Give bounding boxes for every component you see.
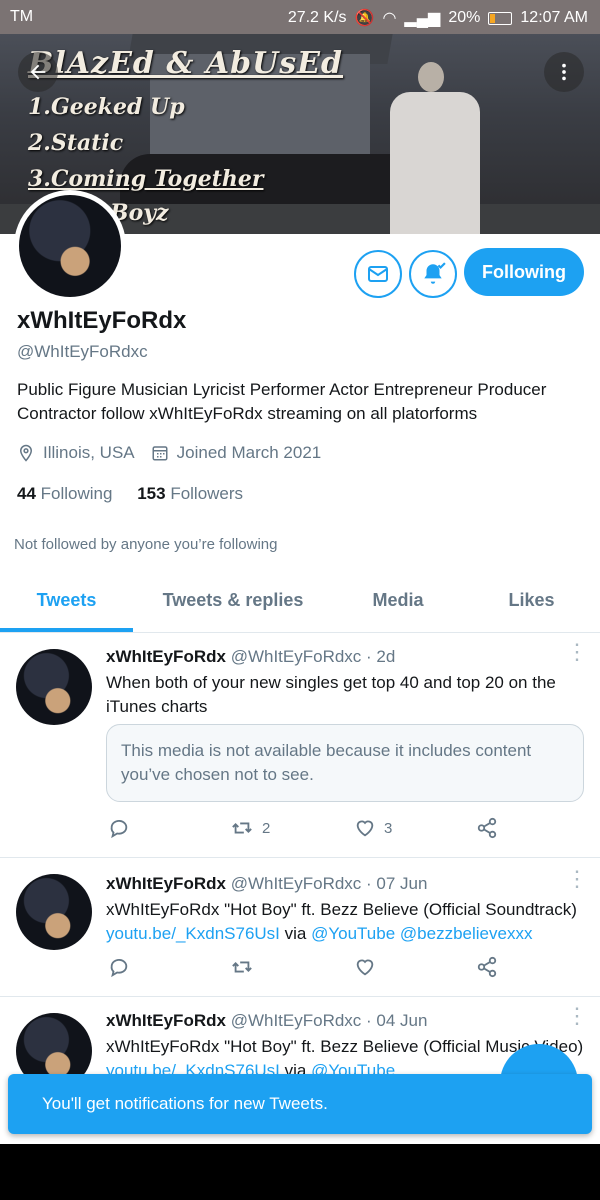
retweet-count: 2: [262, 819, 271, 837]
media-warning-text: This media is not available because it i…: [121, 741, 532, 784]
retweet-button[interactable]: [230, 956, 254, 978]
tweet-header: xWhItEyFoRdx @WhItEyFoRdxc · 2d: [106, 647, 395, 667]
tweet-header: xWhItEyFoRdx @WhItEyFoRdxc · 04 Jun: [106, 1011, 427, 1031]
banner-track-3: 3.Coming Together: [28, 166, 264, 192]
avatar-image: [19, 195, 121, 297]
profile-name: xWhItEyFoRdx: [17, 307, 187, 334]
notifications-button[interactable]: [409, 250, 457, 298]
tweet-actions: [106, 956, 586, 984]
following-count: 44: [17, 484, 36, 503]
share-icon: [477, 817, 497, 839]
retweet-button[interactable]: 2: [230, 817, 270, 839]
location-pin-icon: [19, 444, 33, 462]
tab-tweets[interactable]: Tweets: [0, 570, 133, 630]
reply-button[interactable]: [108, 956, 130, 978]
tweet-media-warning[interactable]: This media is not available because it i…: [106, 724, 584, 802]
tweet-mention-bezz[interactable]: @bezzbelievexxx: [400, 924, 533, 943]
toast-message: You'll get notifications for new Tweets.: [42, 1094, 328, 1113]
profile-joined: Joined March 2021: [176, 443, 322, 462]
network-speed: 27.2 K/s: [287, 9, 347, 26]
calendar-icon: [152, 446, 168, 461]
status-bar: TM 27.2 K/s 🔕 ◠ ▂▄▆ 20% 12:07 AM: [0, 0, 600, 34]
share-button[interactable]: [476, 817, 498, 839]
notification-toast: You'll get notifications for new Tweets.: [8, 1074, 592, 1134]
retweet-icon: [232, 822, 252, 834]
tweet-item[interactable]: xWhItEyFoRdx @WhItEyFoRdxc · 2d ⋮ When b…: [0, 633, 600, 858]
tweet-text-block: xWhItEyFoRdx "Hot Boy" ft. Bezz Believe …: [106, 898, 586, 946]
profile-tabs: Tweets Tweets & replies Media Likes: [0, 570, 600, 633]
heart-icon: [356, 820, 374, 837]
reply-icon: [110, 958, 128, 978]
profile-avatar[interactable]: [14, 190, 126, 302]
banner-person-head: [418, 62, 444, 92]
tweet-handle-date: @WhItEyFoRdxc · 04 Jun: [230, 1011, 428, 1030]
banner-track-1: 1.Geeked Up: [28, 94, 185, 120]
tweet-author-name: xWhItEyFoRdx: [106, 1011, 226, 1030]
system-nav-bar: [0, 1144, 600, 1200]
like-button[interactable]: [354, 956, 376, 978]
tweet-header: xWhItEyFoRdx @WhItEyFoRdxc · 07 Jun: [106, 874, 427, 894]
tweet-via: via: [284, 924, 307, 943]
retweet-icon: [232, 961, 252, 973]
more-options-button[interactable]: [544, 52, 584, 92]
tweet-actions: 2 3: [106, 817, 586, 845]
banner-person: [390, 92, 480, 234]
tweet-mention-youtube[interactable]: @YouTube: [311, 924, 395, 943]
message-button[interactable]: [354, 250, 402, 298]
tab-likes[interactable]: Likes: [463, 570, 600, 630]
banner-track-2: 2.Static: [28, 130, 124, 156]
like-count: 3: [384, 819, 393, 837]
battery-percent: 20%: [448, 9, 481, 26]
following-count-link[interactable]: 44 Following: [17, 484, 112, 503]
tweet-author-name: xWhItEyFoRdx: [106, 874, 226, 893]
clock: 12:07 AM: [520, 9, 588, 26]
tweet-avatar[interactable]: [16, 874, 92, 950]
more-vertical-icon: [562, 63, 566, 81]
tweet-more-button[interactable]: ⋮: [566, 641, 588, 663]
tweet-more-button[interactable]: ⋮: [566, 1005, 588, 1027]
envelope-icon: [368, 266, 388, 282]
profile-handle: @WhItEyFoRdxc: [17, 342, 148, 361]
signal-icon: ▂▄▆: [404, 10, 441, 27]
banner-title: BlAzEd & AbUsEd: [28, 46, 344, 81]
back-arrow-icon: [30, 64, 46, 80]
profile-location: Illinois, USA: [43, 443, 135, 462]
tweet-handle-date: @WhItEyFoRdxc · 2d: [230, 647, 396, 666]
share-button[interactable]: [476, 956, 498, 978]
heart-icon: [356, 959, 374, 976]
followers-label: Followers: [170, 484, 244, 503]
following-label: Following: [40, 484, 113, 503]
tweet-item[interactable]: xWhItEyFoRdx @WhItEyFoRdxc · 07 Jun ⋮ xW…: [0, 858, 600, 997]
carrier-label: TM: [10, 8, 34, 25]
tweet-text: When both of your new singles get top 40…: [106, 673, 556, 716]
not-followed-notice: Not followed by anyone you’re following: [14, 536, 278, 553]
bell-check-icon: [424, 262, 446, 284]
tweet-text: xWhItEyFoRdx "Hot Boy" ft. Bezz Believe …: [106, 900, 577, 919]
back-button[interactable]: [18, 52, 58, 92]
tab-tweets-replies[interactable]: Tweets & replies: [133, 570, 333, 630]
tweet-handle-date: @WhItEyFoRdxc · 07 Jun: [230, 874, 428, 893]
profile-meta: Illinois, USA Joined March 2021: [17, 443, 321, 463]
reply-button[interactable]: [108, 817, 130, 839]
like-button[interactable]: 3: [354, 817, 392, 839]
share-icon: [477, 956, 497, 978]
reply-icon: [110, 819, 128, 839]
tweet-link[interactable]: youtu.be/_KxdnS76UsI: [106, 924, 280, 943]
profile-bio: Public Figure Musician Lyricist Performe…: [17, 380, 547, 423]
tweet-more-button[interactable]: ⋮: [566, 868, 588, 890]
mute-icon: 🔕: [354, 10, 375, 27]
active-tab-indicator: [0, 628, 133, 632]
following-button[interactable]: Following: [464, 248, 584, 296]
followers-count-link[interactable]: 153 Followers: [137, 484, 243, 503]
tweet-author-name: xWhItEyFoRdx: [106, 647, 226, 666]
tweet-avatar[interactable]: [16, 649, 92, 725]
wifi-icon: ◠: [382, 10, 397, 27]
tab-media[interactable]: Media: [333, 570, 463, 630]
follow-counts: 44 Following 153 Followers: [17, 484, 243, 504]
followers-count: 153: [137, 484, 166, 503]
battery-icon: [488, 11, 513, 25]
